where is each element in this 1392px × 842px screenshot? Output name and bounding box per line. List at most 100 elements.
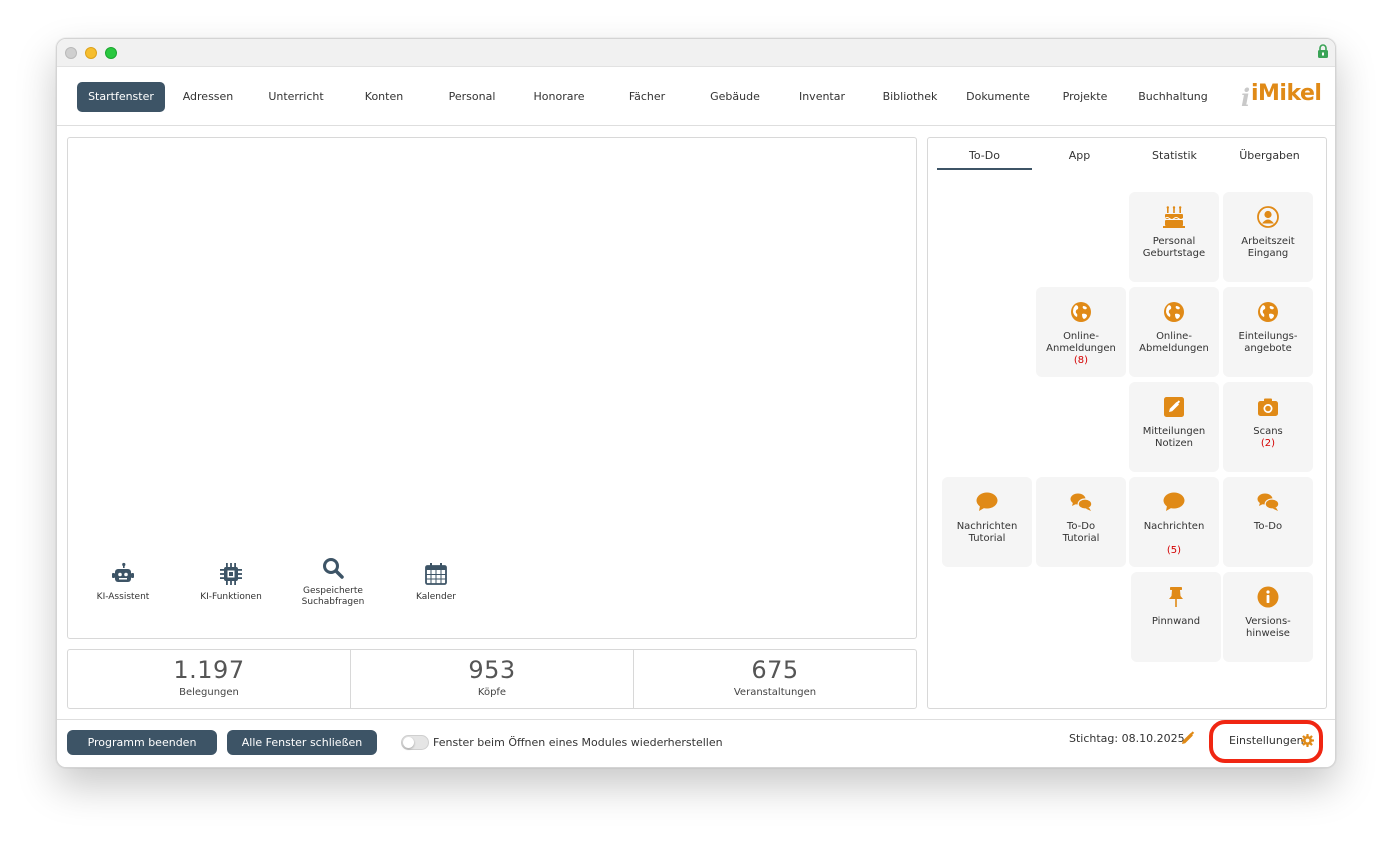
nav-honorare[interactable]: Honorare: [521, 82, 597, 112]
nav-personal[interactable]: Personal: [434, 82, 510, 112]
ki-assistent-button[interactable]: KI-Assistent: [78, 562, 168, 603]
tile-mitteilungen-notizen[interactable]: Mitteilungen Notizen: [1129, 382, 1219, 472]
quick-action-label-line2: Suchabfragen: [301, 597, 365, 607]
app-window: Startfenster Adressen Unterricht Konten …: [56, 38, 1336, 768]
tile-label-line1: Pinnwand: [1151, 616, 1201, 627]
nav-gebaeude[interactable]: Gebäude: [697, 82, 773, 112]
quick-action-label-line1: Gespeicherte: [303, 586, 363, 596]
stat-value: 1.197: [173, 656, 245, 684]
nav-unterricht[interactable]: Unterricht: [258, 82, 334, 112]
tab-statistik[interactable]: Statistik: [1127, 144, 1222, 170]
ki-funktionen-button[interactable]: KI-Funktionen: [186, 562, 276, 603]
stat-label: Belegungen: [179, 687, 239, 698]
gespeicherte-suchabfragen-button[interactable]: Gespeicherte Suchabfragen: [288, 556, 378, 608]
chat-bubbles-icon: [1257, 493, 1279, 511]
tile-nachrichten[interactable]: Nachrichten (5): [1129, 477, 1219, 567]
tile-todo-tutorial[interactable]: To-Do Tutorial: [1036, 477, 1126, 567]
info-icon: [1257, 586, 1279, 608]
stat-veranstaltungen: 675 Veranstaltungen: [634, 650, 916, 708]
stat-value: 953: [468, 656, 516, 684]
tile-label-line1: Personal: [1152, 236, 1196, 247]
tile-label-line2: Geburtstage: [1142, 248, 1206, 259]
tile-nachrichten-tutorial[interactable]: Nachrichten Tutorial: [942, 477, 1032, 567]
nav-buchhaltung[interactable]: Buchhaltung: [1135, 82, 1211, 112]
start-panel: KI-Assistent KI-Funktionen Gespeicherte …: [67, 137, 917, 639]
tile-arbeitszeit-eingang[interactable]: Arbeitszeit Eingang: [1223, 192, 1313, 282]
tile-label-line2: angebote: [1244, 343, 1292, 354]
tile-count: (8): [1073, 355, 1089, 366]
tile-label-line1: Nachrichten: [956, 521, 1018, 532]
pencil-icon[interactable]: [1181, 731, 1195, 745]
tile-label-line2: hinweise: [1246, 628, 1290, 639]
nav-konten[interactable]: Konten: [346, 82, 422, 112]
stat-label: Veranstaltungen: [733, 687, 817, 698]
globe-icon: [1258, 302, 1278, 322]
tile-scans[interactable]: Scans (2): [1223, 382, 1313, 472]
tile-online-abmeldungen[interactable]: Online- Abmeldungen: [1129, 287, 1219, 377]
chat-bubbles-icon: [1070, 493, 1092, 511]
user-icon: [1257, 206, 1279, 228]
nav-bibliothek[interactable]: Bibliothek: [872, 82, 948, 112]
tile-count: (2): [1260, 438, 1276, 449]
chat-bubble-icon: [976, 492, 998, 511]
statistics-bar: 1.197 Belegungen 953 Köpfe 675 Veranstal…: [67, 649, 917, 709]
search-icon: [323, 558, 344, 579]
pin-icon: [1169, 587, 1183, 607]
tile-label-line1: Online-: [1063, 331, 1099, 342]
nav-dokumente[interactable]: Dokumente: [960, 82, 1036, 112]
nav-startfenster[interactable]: Startfenster: [77, 82, 165, 112]
close-window-button[interactable]: [65, 47, 77, 59]
maximize-window-button[interactable]: [105, 47, 117, 59]
stat-belegungen: 1.197 Belegungen: [68, 650, 351, 708]
tile-personal-geburtstage[interactable]: Personal Geburtstage: [1129, 192, 1219, 282]
tile-label-line1: Mitteilungen: [1142, 426, 1206, 437]
quick-action-label: KI-Funktionen: [200, 592, 262, 602]
calendar-icon: [425, 563, 447, 585]
main-navigation: Startfenster Adressen Unterricht Konten …: [57, 67, 1335, 126]
tile-label-line1: Einteilungs-: [1238, 331, 1298, 342]
restore-windows-toggle[interactable]: [401, 735, 429, 750]
chip-icon: [220, 563, 242, 585]
quick-action-label: KI-Assistent: [96, 592, 150, 602]
tile-label-line1: Scans: [1253, 426, 1283, 437]
quick-action-label: Kalender: [416, 592, 456, 602]
logo-text: iMikel: [1251, 81, 1322, 106]
close-all-windows-button[interactable]: Alle Fenster schließen: [227, 730, 377, 755]
tile-label-line1: Nachrichten: [1143, 521, 1205, 532]
tile-label-line2: Tutorial: [1062, 533, 1100, 544]
tile-pinnwand[interactable]: Pinnwand: [1131, 572, 1221, 662]
tile-label-line1: Arbeitszeit: [1241, 236, 1295, 247]
restore-windows-label: Fenster beim Öffnen eines Modules wieder…: [433, 736, 723, 749]
tab-todo[interactable]: To-Do: [937, 144, 1032, 170]
quit-program-button[interactable]: Programm beenden: [67, 730, 217, 755]
lock-icon: [1318, 44, 1328, 58]
bottom-bar: Programm beenden Alle Fenster schließen …: [57, 719, 1335, 767]
tile-todo[interactable]: To-Do: [1223, 477, 1313, 567]
kalender-button[interactable]: Kalender: [391, 562, 481, 603]
nav-faecher[interactable]: Fächer: [609, 82, 685, 112]
tile-label-line1: To-Do: [1066, 521, 1096, 532]
edit-icon: [1164, 397, 1184, 417]
tile-label-line2: Tutorial: [968, 533, 1006, 544]
stat-label: Köpfe: [477, 687, 507, 698]
tile-label-line2: Abmeldungen: [1139, 343, 1209, 354]
chat-bubble-icon: [1163, 492, 1185, 511]
tab-uebergaben[interactable]: Übergaben: [1222, 144, 1317, 170]
todo-panel: To-Do App Statistik Übergaben Personal G…: [927, 137, 1327, 709]
stat-koepfe: 953 Köpfe: [351, 650, 634, 708]
nav-projekte[interactable]: Projekte: [1047, 82, 1123, 112]
tile-online-anmeldungen[interactable]: Online- Anmeldungen (8): [1036, 287, 1126, 377]
tile-label-line1: Online-: [1156, 331, 1192, 342]
title-bar: [57, 39, 1335, 67]
tab-app[interactable]: App: [1032, 144, 1127, 170]
tile-label-line1: Versions-: [1245, 616, 1291, 627]
nav-adressen[interactable]: Adressen: [170, 82, 246, 112]
tile-einteilungsangebote[interactable]: Einteilungs- angebote: [1223, 287, 1313, 377]
tile-versionshinweise[interactable]: Versions- hinweise: [1223, 572, 1313, 662]
settings-highlight-ring: [1209, 720, 1323, 763]
globe-icon: [1071, 302, 1091, 322]
nav-inventar[interactable]: Inventar: [784, 82, 860, 112]
minimize-window-button[interactable]: [85, 47, 97, 59]
imikel-logo: i iMikel: [1241, 81, 1322, 112]
globe-icon: [1164, 302, 1184, 322]
